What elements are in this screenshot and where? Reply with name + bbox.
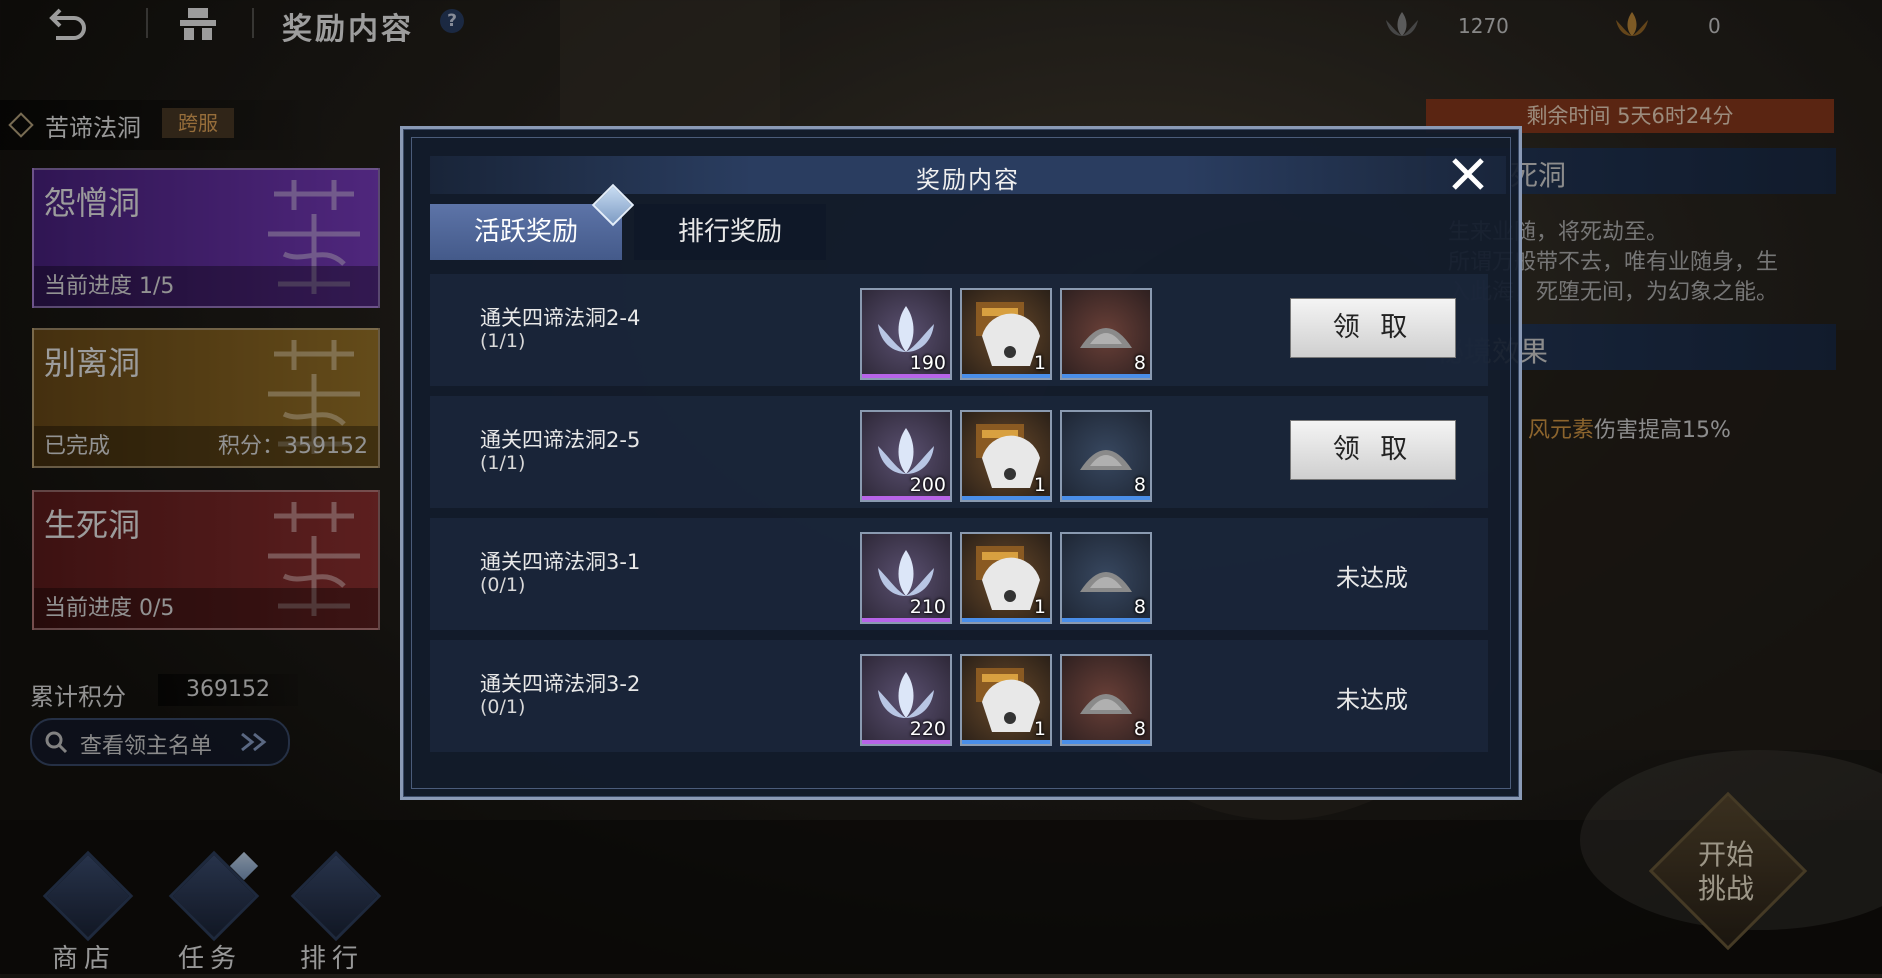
reward-row: 通关四谛法洞3-1 (0/1) 210 1 8 未达成 <box>430 518 1488 630</box>
fan-chest-icon <box>976 302 1040 366</box>
rarity-bar <box>862 496 950 500</box>
ore-pile-icon <box>1080 572 1132 592</box>
item-count: 8 <box>1133 596 1146 618</box>
rarity-bar <box>1062 496 1150 500</box>
modal-title-bar: 奖励内容 <box>430 156 1506 194</box>
rarity-bar <box>862 740 950 744</box>
item-count: 220 <box>909 718 946 740</box>
rarity-bar <box>862 374 950 378</box>
ore-pile-icon <box>1080 328 1132 348</box>
reward-row: 通关四谛法洞3-2 (0/1) 220 1 8 未达成 <box>430 640 1488 752</box>
reward-progress: (1/1) <box>480 452 526 474</box>
fan-chest-item[interactable]: 1 <box>960 654 1052 746</box>
rarity-bar <box>962 496 1050 500</box>
item-count: 210 <box>909 596 946 618</box>
not-achieved-label: 未达成 <box>1336 564 1408 592</box>
fan-chest-icon <box>976 424 1040 488</box>
lotus-item[interactable]: 220 <box>860 654 952 746</box>
reward-row: 通关四谛法洞2-4 (1/1) 190 1 8 领 取 <box>430 274 1488 386</box>
ore-pile-item[interactable]: 8 <box>1060 654 1152 746</box>
item-count: 8 <box>1133 352 1146 374</box>
rarity-bar <box>862 618 950 622</box>
close-icon[interactable] <box>1448 154 1488 194</box>
fan-chest-icon <box>976 668 1040 732</box>
modal-title: 奖励内容 <box>916 166 1020 194</box>
lotus-item[interactable]: 200 <box>860 410 952 502</box>
reward-progress: (0/1) <box>480 574 526 596</box>
reward-title: 通关四谛法洞3-1 <box>480 550 641 574</box>
item-count: 1 <box>1033 474 1046 496</box>
rarity-bar <box>1062 740 1150 744</box>
tab-activity-rewards[interactable]: 活跃奖励 <box>430 204 622 260</box>
item-count: 200 <box>909 474 946 496</box>
tab-ranking-rewards[interactable]: 排行奖励 <box>634 204 826 260</box>
reward-title: 通关四谛法洞2-4 <box>480 306 641 330</box>
item-count: 1 <box>1033 596 1046 618</box>
ore-pile-icon <box>1080 694 1132 714</box>
claim-button[interactable]: 领 取 <box>1290 298 1456 358</box>
not-achieved-label: 未达成 <box>1336 686 1408 714</box>
fan-chest-icon <box>976 546 1040 610</box>
rarity-bar <box>962 740 1050 744</box>
rarity-bar <box>962 374 1050 378</box>
fan-chest-item[interactable]: 1 <box>960 532 1052 624</box>
ore-pile-icon <box>1080 450 1132 470</box>
item-count: 8 <box>1133 474 1146 496</box>
ore-pile-item[interactable]: 8 <box>1060 532 1152 624</box>
fan-chest-item[interactable]: 1 <box>960 288 1052 380</box>
item-count: 190 <box>909 352 946 374</box>
reward-row: 通关四谛法洞2-5 (1/1) 200 1 8 领 取 <box>430 396 1488 508</box>
fan-chest-item[interactable]: 1 <box>960 410 1052 502</box>
item-count: 1 <box>1033 352 1046 374</box>
reward-progress: (0/1) <box>480 696 526 718</box>
item-count: 1 <box>1033 718 1046 740</box>
rarity-bar <box>962 618 1050 622</box>
reward-title: 通关四谛法洞3-2 <box>480 672 641 696</box>
ore-pile-item[interactable]: 8 <box>1060 288 1152 380</box>
reward-progress: (1/1) <box>480 330 526 352</box>
rarity-bar <box>1062 618 1150 622</box>
lotus-item[interactable]: 210 <box>860 532 952 624</box>
ore-pile-item[interactable]: 8 <box>1060 410 1152 502</box>
claim-button[interactable]: 领 取 <box>1290 420 1456 480</box>
rarity-bar <box>1062 374 1150 378</box>
item-count: 8 <box>1133 718 1146 740</box>
reward-title: 通关四谛法洞2-5 <box>480 428 641 452</box>
lotus-item[interactable]: 190 <box>860 288 952 380</box>
